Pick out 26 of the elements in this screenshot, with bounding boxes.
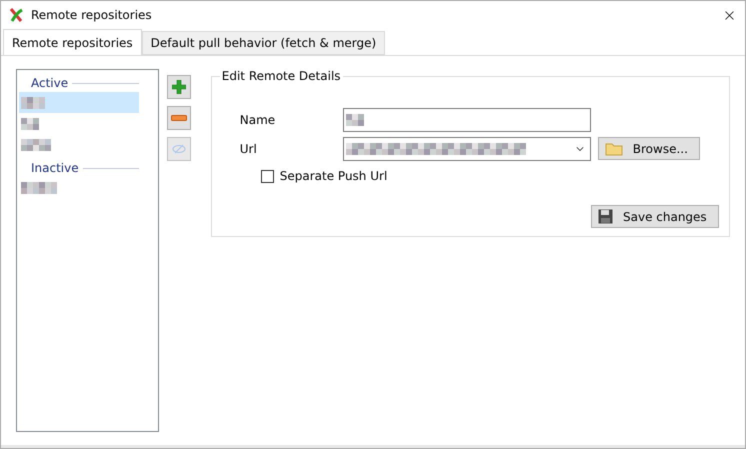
folder-icon <box>604 142 623 156</box>
hidden-eye-icon <box>172 144 186 154</box>
save-button[interactable]: Save changes <box>591 205 719 228</box>
add-button[interactable] <box>166 75 191 99</box>
app-logo-icon <box>9 8 23 22</box>
group-label: Inactive <box>31 161 79 175</box>
pixelated-text-drawing <box>21 96 45 108</box>
checkbox-label: Separate Push Url <box>280 169 388 183</box>
minus-icon <box>170 115 187 121</box>
pixelated-text-drawing <box>21 118 39 130</box>
pixelated-text-drawing <box>346 114 364 126</box>
url-combobox[interactable] <box>342 136 591 160</box>
field-label: Name <box>240 112 276 126</box>
checkbox[interactable] <box>260 170 274 182</box>
group-label: Active <box>31 76 68 90</box>
tab[interactable]: Default pull behavior (fetch & merge) <box>142 31 386 55</box>
browse-button[interactable]: Browse... <box>598 137 700 160</box>
pixelated-text-drawing <box>21 138 51 150</box>
name-field[interactable] <box>342 108 591 132</box>
group-title: Edit Remote Details <box>220 69 342 83</box>
window-title: Remote repositories <box>31 8 153 22</box>
plus-icon <box>172 80 186 94</box>
tab[interactable]: Remote repositories <box>3 29 142 55</box>
pixelated-text-drawing <box>21 182 57 194</box>
field-label: Url <box>240 142 258 156</box>
remove-button[interactable] <box>166 106 191 130</box>
